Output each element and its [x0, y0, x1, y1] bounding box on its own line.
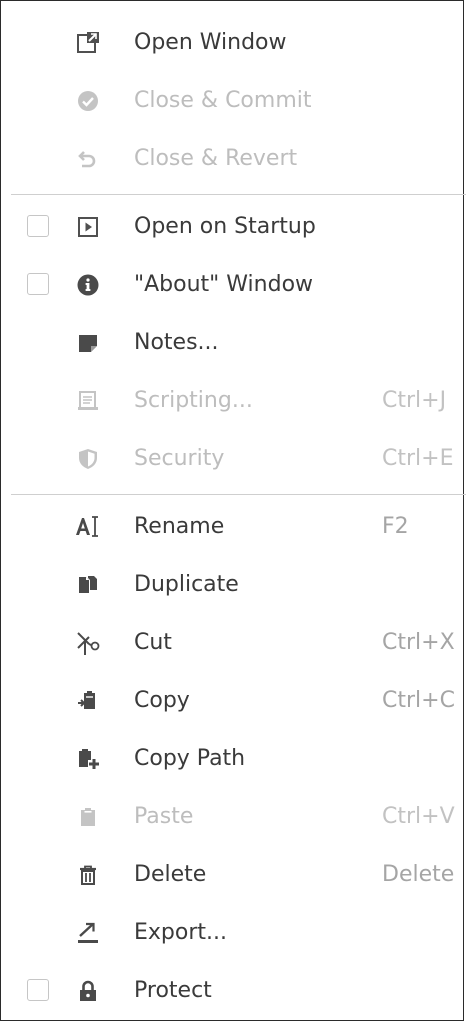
open-on-startup-checkbox[interactable]	[27, 215, 49, 237]
menu-item-label: Security	[134, 446, 225, 471]
about-window-checkbox[interactable]	[27, 273, 49, 295]
shortcut-label: Ctrl+C	[382, 688, 455, 713]
menu-item-cut[interactable]: Cut Ctrl+X	[1, 614, 463, 672]
menu-item-label: Protect	[134, 978, 212, 1003]
menu-item-about-window[interactable]: "About" Window	[1, 256, 463, 314]
shortcut-label: Ctrl+V	[382, 804, 455, 829]
menu-item-label: "About" Window	[134, 272, 314, 297]
check-circle-icon	[73, 86, 103, 116]
menu-item-label: Rename	[134, 514, 225, 539]
menu-item-label: Paste	[134, 804, 194, 829]
menu-item-label: Copy Path	[134, 746, 246, 771]
info-circle-icon	[73, 270, 103, 300]
menu-item-close-revert[interactable]: Close & Revert	[1, 130, 463, 188]
sticky-note-icon	[73, 328, 103, 358]
menu-item-protect[interactable]: Protect	[1, 962, 463, 1020]
duplicate-icon	[73, 570, 103, 600]
menu-item-label: Open on Startup	[134, 214, 316, 239]
shield-icon	[73, 444, 103, 474]
scissors-icon	[73, 628, 103, 658]
menu-item-label: Scripting...	[134, 388, 253, 413]
menu-item-label: Notes...	[134, 330, 219, 355]
export-icon	[73, 918, 103, 948]
open-window-icon	[73, 28, 103, 58]
menu-item-label: Close & Revert	[134, 146, 298, 171]
undo-icon	[73, 144, 103, 174]
clipboard-icon	[73, 802, 103, 832]
menu-item-paste[interactable]: Paste Ctrl+V	[1, 788, 463, 846]
copy-icon	[73, 686, 103, 716]
menu-item-label: Delete	[134, 862, 207, 887]
menu-item-label: Copy	[134, 688, 190, 713]
menu-item-label: Cut	[134, 630, 172, 655]
menu-item-label: Duplicate	[134, 572, 239, 597]
script-icon	[73, 386, 103, 416]
menu-item-close-commit[interactable]: Close & Commit	[1, 72, 463, 130]
menu-item-notes[interactable]: Notes...	[1, 314, 463, 372]
protect-checkbox[interactable]	[27, 979, 49, 1001]
shortcut-label: F2	[382, 514, 409, 539]
menu-item-label: Open Window	[134, 30, 287, 55]
menu-item-delete[interactable]: Delete Delete	[1, 846, 463, 904]
menu-item-label: Close & Commit	[134, 88, 312, 113]
shortcut-label: Ctrl+X	[382, 630, 455, 655]
menu-item-security[interactable]: Security Ctrl+E	[1, 430, 463, 488]
menu-item-open-on-startup[interactable]: Open on Startup	[1, 198, 463, 256]
menu-item-open-window[interactable]: Open Window	[1, 14, 463, 72]
menu-separator	[11, 194, 466, 195]
play-square-icon	[73, 212, 103, 242]
text-cursor-icon	[73, 512, 103, 542]
menu-item-scripting[interactable]: Scripting... Ctrl+J	[1, 372, 463, 430]
shortcut-label: Ctrl+E	[382, 446, 454, 471]
trash-icon	[73, 860, 103, 890]
menu-item-rename[interactable]: Rename F2	[1, 498, 463, 556]
shortcut-label: Ctrl+J	[382, 388, 447, 413]
shortcut-label: Delete	[382, 862, 455, 887]
menu-item-label: Export...	[134, 920, 227, 945]
copy-path-icon	[73, 744, 103, 774]
menu-item-copy-path[interactable]: Copy Path	[1, 730, 463, 788]
menu-item-duplicate[interactable]: Duplicate	[1, 556, 463, 614]
menu-item-export[interactable]: Export...	[1, 904, 463, 962]
menu-item-copy[interactable]: Copy Ctrl+C	[1, 672, 463, 730]
menu-separator	[11, 494, 466, 495]
context-menu: Open Window Close & Commit Close & Rever…	[0, 0, 466, 1021]
lock-icon	[73, 976, 103, 1006]
